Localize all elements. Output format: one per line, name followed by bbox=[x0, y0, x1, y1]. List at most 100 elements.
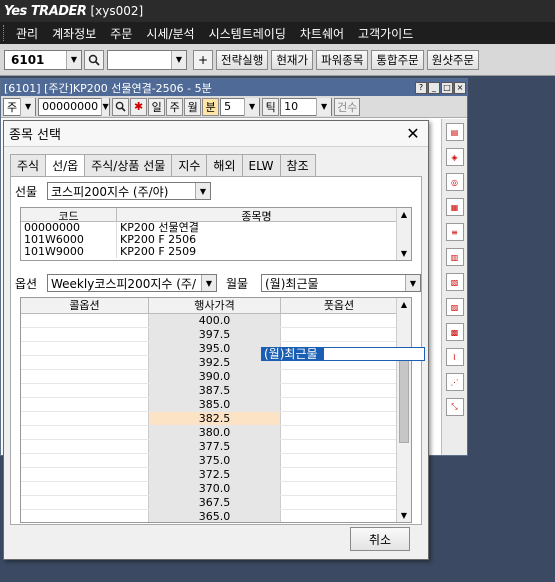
tab-stock[interactable]: 주식 bbox=[10, 154, 47, 176]
scroll-down-icon[interactable]: ▼ bbox=[397, 247, 411, 260]
maximize-icon[interactable]: □ bbox=[441, 81, 453, 94]
chart-tool-icon[interactable]: ≡ bbox=[445, 223, 464, 241]
cell-put[interactable] bbox=[281, 440, 398, 453]
screen-number-combo[interactable]: 6101 ▼ bbox=[4, 49, 82, 70]
chart-tool-icon[interactable]: ▨ bbox=[445, 298, 464, 316]
table-row[interactable]: 370.0 bbox=[21, 482, 411, 496]
cell-put[interactable] bbox=[281, 496, 398, 509]
scroll-down-icon[interactable]: ▼ bbox=[397, 509, 411, 522]
option-combo[interactable]: Weekly코스피200지수 (주/ ▼ bbox=[47, 274, 217, 292]
tab-reference[interactable]: 참조 bbox=[279, 154, 316, 176]
menu-item-order[interactable]: 주문 bbox=[103, 25, 139, 42]
chevron-down-icon[interactable]: ▼ bbox=[201, 275, 216, 291]
menu-item-account[interactable]: 계좌정보 bbox=[45, 25, 103, 42]
cell-call[interactable] bbox=[21, 440, 149, 453]
tab-elw[interactable]: ELW bbox=[241, 154, 281, 176]
cell-put[interactable] bbox=[281, 412, 398, 425]
cell-call[interactable] bbox=[21, 342, 149, 355]
code-combo[interactable]: 00000000 ▼ bbox=[38, 97, 111, 116]
table-row[interactable]: 380.0 bbox=[21, 426, 411, 440]
cell-call[interactable] bbox=[21, 370, 149, 383]
tab-overseas[interactable]: 해외 bbox=[206, 154, 243, 176]
chevron-down-icon[interactable]: ▼ bbox=[171, 50, 186, 69]
tab-futures-options[interactable]: 선/옵 bbox=[45, 154, 86, 176]
scroll-thumb[interactable] bbox=[399, 348, 409, 443]
help-icon[interactable]: ? bbox=[415, 81, 427, 94]
month-option[interactable]: (월)최근물 bbox=[262, 348, 324, 360]
table-row[interactable]: 400.0 bbox=[21, 314, 411, 328]
table-row[interactable]: 390.0 bbox=[21, 370, 411, 384]
chart-tool-icon[interactable]: ▧ bbox=[445, 273, 464, 291]
close-icon[interactable]: ✕ bbox=[398, 124, 428, 143]
cell-call[interactable] bbox=[21, 356, 149, 369]
period-month-button[interactable]: 월 bbox=[184, 97, 202, 116]
cell-call[interactable] bbox=[21, 398, 149, 411]
search-icon[interactable] bbox=[84, 49, 104, 70]
code-table-scrollbar[interactable]: ▲ ▼ bbox=[396, 208, 411, 260]
chart-tool-icon[interactable]: ▩ bbox=[445, 323, 464, 341]
table-row[interactable]: 382.5 bbox=[21, 412, 411, 426]
period-day-button[interactable]: 일 bbox=[148, 97, 166, 116]
cell-call[interactable] bbox=[21, 314, 149, 327]
tab-stock-commodity-futures[interactable]: 주식/상품 선물 bbox=[84, 154, 173, 176]
cell-put[interactable] bbox=[281, 370, 398, 383]
scroll-up-icon[interactable]: ▲ bbox=[397, 298, 411, 311]
table-row[interactable]: 365.0 bbox=[21, 510, 411, 522]
cancel-button[interactable]: 취소 bbox=[350, 527, 410, 551]
futures-combo[interactable]: 코스피200지수 (주/야) ▼ bbox=[47, 182, 211, 200]
chevron-down-icon[interactable]: ▼ bbox=[66, 50, 81, 69]
chart-tool-icon[interactable]: ⋰ bbox=[445, 373, 464, 391]
close-icon[interactable]: × bbox=[454, 81, 466, 94]
cell-call[interactable] bbox=[21, 482, 149, 495]
cell-put[interactable] bbox=[281, 314, 398, 327]
cell-put[interactable] bbox=[281, 454, 398, 467]
chart-tool-icon[interactable]: ⌇ bbox=[445, 348, 464, 366]
cell-put[interactable] bbox=[281, 426, 398, 439]
chart-tool-icon[interactable]: ⤡ bbox=[445, 398, 464, 416]
menu-item-quotes[interactable]: 시세/분석 bbox=[139, 25, 201, 42]
tick-button[interactable]: 틱 bbox=[262, 97, 280, 116]
chevron-down-icon[interactable]: ▼ bbox=[20, 97, 36, 116]
table-row[interactable]: 397.5 bbox=[21, 328, 411, 342]
period-minute-button[interactable]: 분 bbox=[202, 97, 220, 116]
minimize-icon[interactable]: _ bbox=[428, 81, 440, 94]
cell-put[interactable] bbox=[281, 482, 398, 495]
period-week-button[interactable]: 주 bbox=[166, 97, 184, 116]
option-table-scrollbar[interactable]: ▲ ▼ bbox=[396, 298, 411, 522]
menu-item-guide[interactable]: 고객가이드 bbox=[351, 25, 420, 42]
table-row[interactable]: 377.5 bbox=[21, 440, 411, 454]
chevron-down-icon[interactable]: ▼ bbox=[101, 97, 110, 116]
chart-tool-icon[interactable]: ▥ bbox=[445, 248, 464, 266]
integrated-order-button[interactable]: 통합주문 bbox=[371, 49, 424, 70]
chevron-down-icon[interactable]: ▼ bbox=[244, 97, 260, 116]
period-type-combo[interactable]: 주 ▼ bbox=[3, 97, 37, 116]
chevron-down-icon[interactable]: ▼ bbox=[195, 183, 210, 199]
table-row[interactable]: 375.0 bbox=[21, 454, 411, 468]
cell-put[interactable] bbox=[281, 384, 398, 397]
power-stock-button[interactable]: 파워종목 bbox=[316, 49, 369, 70]
table-row[interactable]: 101W6000 KP200 F 2506 bbox=[21, 234, 411, 246]
oneshot-order-button[interactable]: 원샷주문 bbox=[426, 49, 480, 70]
cell-call[interactable] bbox=[21, 468, 149, 481]
menu-item-chartshare[interactable]: 차트쉐어 bbox=[293, 25, 351, 42]
cell-call[interactable] bbox=[21, 328, 149, 341]
cell-put[interactable] bbox=[281, 398, 398, 411]
tick-combo[interactable]: 10 ▼ bbox=[280, 97, 333, 116]
menu-item-manage[interactable]: 관리 bbox=[9, 25, 45, 42]
table-row[interactable]: 101W9000 KP200 F 2509 bbox=[21, 246, 411, 258]
scroll-up-icon[interactable]: ▲ bbox=[397, 208, 411, 221]
current-price-button[interactable]: 현재가 bbox=[271, 49, 314, 70]
cell-call[interactable] bbox=[21, 426, 149, 439]
screen-search-combo[interactable]: ▼ bbox=[107, 49, 187, 70]
chart-tool-icon[interactable]: ◎ bbox=[445, 173, 464, 191]
chevron-down-icon[interactable]: ▼ bbox=[405, 275, 420, 291]
month-combo[interactable]: (월)최근물 ▼ bbox=[261, 274, 421, 292]
cell-call[interactable] bbox=[21, 412, 149, 425]
chart-tool-icon[interactable]: ▦ bbox=[445, 198, 464, 216]
table-row[interactable]: 387.5 bbox=[21, 384, 411, 398]
chevron-down-icon[interactable]: ▼ bbox=[316, 97, 332, 116]
menu-item-systrading[interactable]: 시스템트레이딩 bbox=[202, 25, 293, 42]
cell-put[interactable] bbox=[281, 468, 398, 481]
cell-put[interactable] bbox=[281, 510, 398, 522]
cell-call[interactable] bbox=[21, 454, 149, 467]
